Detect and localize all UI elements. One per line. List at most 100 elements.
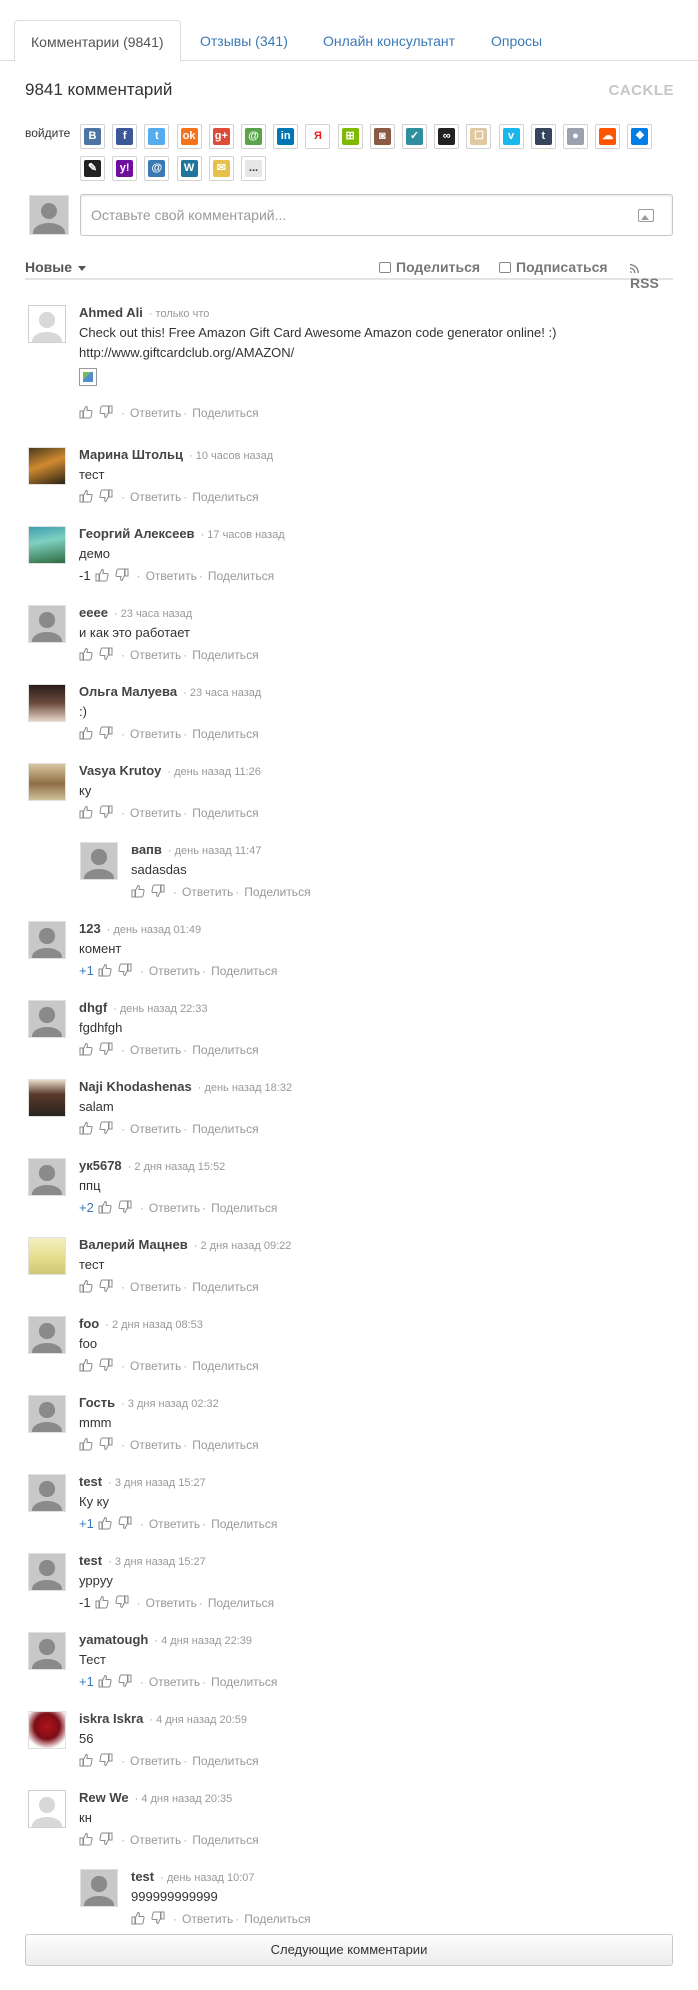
reply-link[interactable]: Ответить [130, 490, 181, 504]
thumbs-down-icon[interactable] [99, 1437, 113, 1451]
thumbs-down-icon[interactable] [99, 1279, 113, 1293]
google-plus-login-button[interactable]: g+ [208, 124, 234, 149]
commenter-avatar[interactable] [28, 1237, 66, 1275]
commenter-avatar[interactable] [28, 1632, 66, 1670]
reply-link[interactable]: Ответить [130, 1359, 181, 1373]
share-comment-link[interactable]: Поделиться [192, 1359, 258, 1373]
thumbs-down-icon[interactable] [115, 568, 129, 582]
commenter-avatar[interactable] [28, 605, 66, 643]
comment-timestamp[interactable]: · день назад 10:07 [160, 1872, 254, 1884]
comment-author[interactable]: Naji Khodashenas [79, 1079, 192, 1094]
thumbs-up-icon[interactable] [98, 963, 112, 977]
thumbs-up-icon[interactable] [79, 1832, 93, 1846]
lastfm-login-button[interactable]: ∞ [434, 124, 460, 149]
more-login-button[interactable]: ... [241, 156, 266, 181]
comment-timestamp[interactable]: · день назад 11:47 [168, 845, 262, 857]
share-comment-link[interactable]: Поделиться [211, 1675, 277, 1689]
wordpress-login-button[interactable]: W [176, 156, 202, 181]
comment-author[interactable]: Георгий Алексеев [79, 526, 195, 541]
comment-timestamp[interactable]: · 2 дня назад 08:53 [105, 1319, 203, 1331]
thumbs-up-icon[interactable] [79, 1753, 93, 1767]
mailru-login-button[interactable]: @ [241, 124, 266, 149]
reply-link[interactable]: Ответить [182, 1912, 233, 1926]
thumbs-down-icon[interactable] [118, 1200, 132, 1214]
attach-image-icon[interactable] [638, 209, 654, 222]
thumbs-down-icon[interactable] [118, 963, 132, 977]
comment-author[interactable]: yamatough [79, 1632, 148, 1647]
cackle-logo[interactable]: CACKLE [609, 82, 675, 99]
reply-link[interactable]: Ответить [130, 648, 181, 662]
commenter-avatar[interactable] [28, 305, 66, 343]
comment-author[interactable]: eeee [79, 605, 108, 620]
thumbs-down-icon[interactable] [115, 1595, 129, 1609]
twitter-login-button[interactable]: t [144, 124, 170, 149]
thumbs-up-icon[interactable] [79, 1279, 93, 1293]
comment-author[interactable]: test [79, 1474, 102, 1489]
share-comment-link[interactable]: Поделиться [192, 1280, 258, 1294]
commenter-avatar[interactable] [28, 1711, 66, 1749]
vkontakte-login-button[interactable]: B [80, 124, 105, 149]
commenter-avatar[interactable] [28, 1000, 66, 1038]
share-comment-link[interactable]: Поделиться [192, 648, 258, 662]
comment-author[interactable]: foo [79, 1316, 99, 1331]
reply-link[interactable]: Ответить [130, 1043, 181, 1057]
commenter-avatar[interactable] [28, 1553, 66, 1591]
reply-link[interactable]: Ответить [149, 964, 200, 978]
reply-link[interactable]: Ответить [130, 727, 181, 741]
commenter-avatar[interactable] [28, 1079, 66, 1117]
commenter-avatar[interactable] [28, 1790, 66, 1828]
thumbs-up-icon[interactable] [79, 726, 93, 740]
reply-link[interactable]: Ответить [130, 1122, 181, 1136]
comment-author[interactable]: Vasya Krutoy [79, 763, 161, 778]
thumbs-down-icon[interactable] [99, 726, 113, 740]
microsoft-login-button[interactable]: ⊞ [337, 124, 363, 149]
reply-link[interactable]: Ответить [130, 1754, 181, 1768]
thumbs-down-icon[interactable] [99, 1832, 113, 1846]
share-comment-link[interactable]: Поделиться [192, 1043, 258, 1057]
reply-link[interactable]: Ответить [149, 1517, 200, 1531]
tab-reviews[interactable]: Отзывы (341) [184, 20, 304, 62]
share-comment-link[interactable]: Поделиться [208, 1596, 274, 1610]
email-login-button[interactable]: @ [144, 156, 170, 181]
sort-dropdown[interactable]: Новые [25, 259, 87, 275]
reply-link[interactable]: Ответить [130, 1280, 181, 1294]
reply-link[interactable]: Ответить [146, 569, 197, 583]
next-comments-button[interactable]: Следующие комментарии [25, 1934, 673, 1966]
comment-timestamp[interactable]: · 23 часа назад [183, 687, 261, 699]
share-comment-link[interactable]: Поделиться [192, 1754, 258, 1768]
thumbs-down-icon[interactable] [99, 405, 113, 419]
anonymous-login-button[interactable]: ● [563, 124, 588, 149]
reply-link[interactable]: Ответить [149, 1201, 200, 1215]
thumbs-up-icon[interactable] [98, 1200, 112, 1214]
commenter-avatar[interactable] [28, 684, 66, 722]
facebook-login-button[interactable]: f [112, 124, 138, 149]
tab-online-consultant[interactable]: Онлайн консультант [307, 20, 471, 62]
thumbs-down-icon[interactable] [99, 1042, 113, 1056]
thumbs-up-icon[interactable] [98, 1674, 112, 1688]
commenter-avatar[interactable] [80, 1869, 118, 1907]
reply-link[interactable]: Ответить [130, 1438, 181, 1452]
broken-image-icon[interactable] [79, 368, 97, 386]
tab-comments[interactable]: Комментарии (9841) [14, 20, 181, 62]
share-comment-link[interactable]: Поделиться [192, 1438, 258, 1452]
thumbs-up-icon[interactable] [79, 1042, 93, 1056]
share-comment-link[interactable]: Поделиться [244, 1912, 310, 1926]
commenter-avatar[interactable] [28, 1395, 66, 1433]
comment-timestamp[interactable]: · 3 дня назад 15:27 [108, 1477, 206, 1489]
share-comment-link[interactable]: Поделиться [211, 1201, 277, 1215]
commenter-avatar[interactable] [28, 763, 66, 801]
comment-input[interactable] [91, 205, 611, 225]
linkedin-login-button[interactable]: in [273, 124, 299, 149]
thumbs-down-icon[interactable] [99, 1358, 113, 1372]
liveinternet-login-button[interactable]: ☐ [466, 124, 492, 149]
tumblr-login-button[interactable]: t [530, 124, 556, 149]
comment-timestamp[interactable]: · 3 дня назад 02:32 [121, 1398, 219, 1410]
comment-timestamp[interactable]: · 17 часов назад [201, 529, 285, 541]
comment-timestamp[interactable]: · 4 дня назад 20:59 [149, 1714, 247, 1726]
thumbs-up-icon[interactable] [79, 405, 93, 419]
share-comment-link[interactable]: Поделиться [192, 1833, 258, 1847]
comment-author[interactable]: Ahmed Ali [79, 305, 143, 320]
share-comment-link[interactable]: Поделиться [192, 490, 258, 504]
comment-composer[interactable] [80, 194, 673, 236]
thumbs-down-icon[interactable] [99, 1753, 113, 1767]
